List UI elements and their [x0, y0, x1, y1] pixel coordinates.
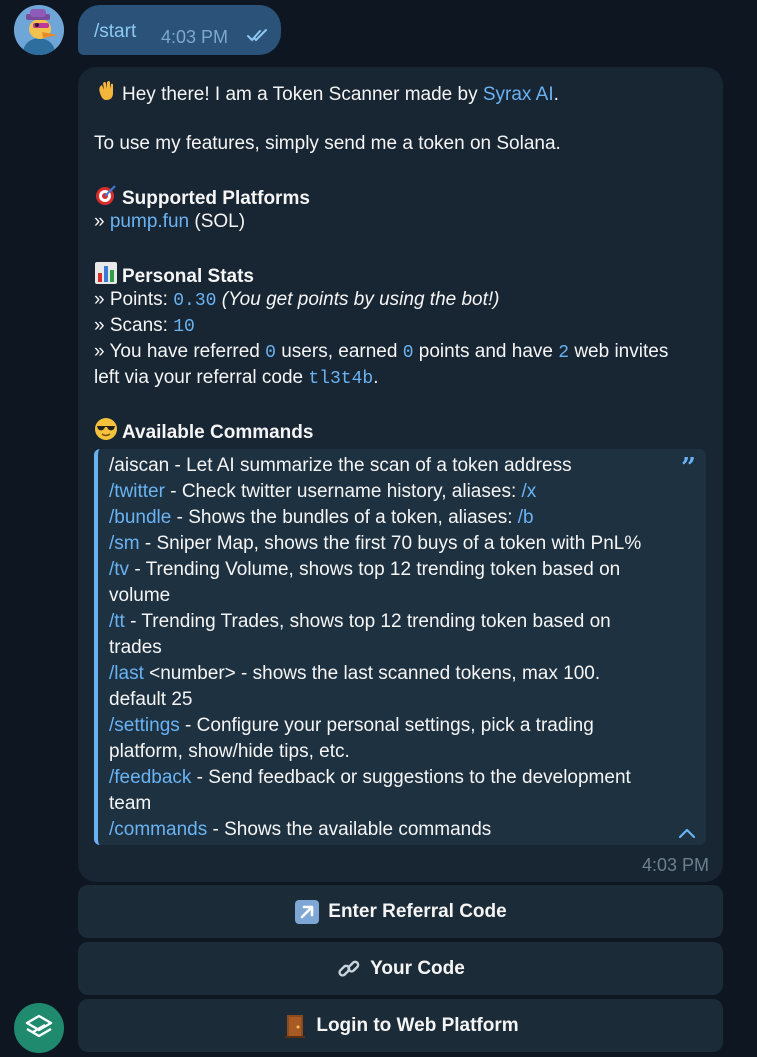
last-command-link[interactable]: /last	[109, 663, 144, 684]
syrax-logo-icon	[25, 1014, 53, 1038]
pump-fun-link[interactable]: pump.fun	[110, 211, 189, 232]
twitter-command-link[interactable]: /twitter	[109, 481, 165, 502]
points-value[interactable]: 0.30	[173, 291, 216, 311]
chat-view: /start 4:03 PM Hey there! I am a Token S…	[0, 0, 757, 1057]
intro-line: Hey there! I am a Token Scanner made by …	[94, 79, 559, 111]
tt-command-link[interactable]: /tt	[109, 611, 125, 632]
login-web-platform-button[interactable]: Login to Web Platform	[78, 999, 723, 1052]
scans-value[interactable]: 10	[173, 317, 195, 337]
login-web-platform-label: Login to Web Platform	[316, 1014, 519, 1036]
command-line: /settings - Configure your personal sett…	[109, 713, 594, 739]
door-icon	[282, 1013, 308, 1039]
referral-text: points and have	[413, 341, 559, 362]
referred-users-count[interactable]: 0	[265, 343, 276, 363]
points-line: » Points: 0.30 (You get points by using …	[94, 287, 500, 314]
command-description: - Trending Volume, shows top 12 trending…	[129, 559, 621, 580]
tv-command-link[interactable]: /tv	[109, 559, 129, 580]
double-check-icon	[247, 29, 267, 42]
referral-text: web invites	[569, 341, 669, 362]
user-avatar[interactable]	[14, 5, 64, 55]
command-line: /sm - Sniper Map, shows the first 70 buy…	[109, 531, 641, 557]
command-line: /aiscan - Let AI summarize the scan of a…	[109, 453, 572, 479]
command-description: - Shows the available commands	[207, 819, 492, 840]
points-note: (You get points by using the bot!)	[221, 289, 500, 310]
platform-chain: (SOL)	[189, 211, 246, 232]
referral-line: » You have referred 0 users, earned 0 po…	[94, 339, 668, 366]
command-line: /tv - Trending Volume, shows top 12 tren…	[109, 557, 620, 583]
commands-quote[interactable]: /aiscan - Let AI summarize the scan of a…	[94, 449, 706, 845]
scans-line: » Scans: 10	[94, 313, 195, 340]
command-description: - Send feedback or suggestions to the de…	[191, 767, 631, 788]
scans-label: » Scans:	[94, 315, 174, 336]
duck-avatar-icon	[14, 5, 64, 55]
referral-text: » You have referred	[94, 341, 266, 362]
referral-line-2: left via your referral code tl3t4b.	[94, 365, 378, 392]
your-code-label: Your Code	[370, 957, 465, 979]
command-line: /bundle - Shows the bundles of a token, …	[109, 505, 534, 531]
intro-text: Hey there! I am a Token Scanner made by	[122, 84, 483, 106]
feedback-command-link[interactable]: /feedback	[109, 767, 191, 788]
command-description: - Trending Trades, shows top 12 trending…	[124, 611, 611, 632]
waving-hand-icon	[94, 79, 122, 111]
referral-text: .	[373, 367, 379, 388]
outgoing-message-text: /start	[94, 21, 137, 42]
sunglasses-face-icon	[94, 417, 122, 449]
command-line: trades	[109, 635, 162, 661]
command-line: /feedback - Send feedback or suggestions…	[109, 765, 631, 791]
referral-code[interactable]: tl3t4b	[308, 369, 373, 389]
command-line: platform, show/hide tips, etc.	[109, 739, 350, 765]
command-description: - Shows the bundles of a token, aliases:	[171, 507, 518, 528]
platform-bullet: »	[94, 211, 110, 232]
referral-text: left via your referral code	[94, 367, 309, 388]
enter-referral-code-label: Enter Referral Code	[328, 900, 507, 922]
arrow-up-right-icon	[294, 899, 320, 925]
link-icon	[336, 956, 362, 982]
command-line: /tt - Trending Trades, shows top 12 tren…	[109, 609, 611, 635]
command-line: default 25	[109, 687, 192, 713]
commands-command-link[interactable]: /commands	[109, 819, 207, 840]
command-description: volume	[109, 585, 171, 606]
settings-command-link[interactable]: /settings	[109, 715, 180, 736]
command-line: /commands - Shows the available commands	[109, 817, 491, 843]
intro-suffix: .	[553, 84, 559, 106]
bot-avatar[interactable]	[14, 1003, 64, 1053]
usage-text: To use my features, simply send me a tok…	[94, 133, 561, 154]
outgoing-message[interactable]: /start 4:03 PM	[78, 5, 281, 55]
incoming-message-time: 4:03 PM	[641, 855, 709, 875]
web-invites-count[interactable]: 2	[558, 343, 569, 363]
outgoing-message-time: 4:03 PM	[161, 27, 229, 47]
platforms-title: Supported Platforms	[122, 188, 310, 210]
b-alias-link[interactable]: /b	[518, 507, 534, 528]
command-description: default 25	[109, 689, 193, 710]
command-description: <number> - shows the last scanned tokens…	[143, 663, 601, 684]
x-alias-link[interactable]: /x	[522, 481, 537, 502]
command-line: /last <number> - shows the last scanned …	[109, 661, 600, 687]
commands-heading: Available Commands	[94, 417, 313, 449]
referral-text: users, earned	[275, 341, 403, 362]
command-description: - Check twitter username history, aliase…	[164, 481, 522, 502]
commands-title: Available Commands	[122, 422, 314, 444]
platform-item: » pump.fun (SOL)	[94, 209, 245, 235]
command-description: - Sniper Map, shows the first 70 buys of…	[139, 533, 642, 554]
quote-mark-icon: ”	[681, 453, 696, 483]
command-line: team	[109, 791, 151, 817]
command-description: trades	[109, 637, 162, 658]
command-line: volume	[109, 583, 170, 609]
command-line: /twitter - Check twitter username histor…	[109, 479, 536, 505]
sm-command-link[interactable]: /sm	[109, 533, 140, 554]
command-description: /aiscan - Let AI summarize the scan of a…	[109, 455, 572, 476]
command-description: team	[109, 793, 152, 814]
earned-points-count[interactable]: 0	[403, 343, 414, 363]
your-code-button[interactable]: Your Code	[78, 942, 723, 995]
command-description: - Configure your personal settings, pick…	[179, 715, 594, 736]
enter-referral-code-button[interactable]: Enter Referral Code	[78, 885, 723, 938]
points-label: » Points:	[94, 289, 174, 310]
stats-title: Personal Stats	[122, 266, 254, 288]
incoming-message[interactable]: Hey there! I am a Token Scanner made by …	[78, 67, 723, 882]
bundle-command-link[interactable]: /bundle	[109, 507, 171, 528]
chevron-up-icon[interactable]	[678, 827, 696, 839]
command-description: platform, show/hide tips, etc.	[109, 741, 350, 762]
syrax-ai-link[interactable]: Syrax AI	[483, 84, 554, 105]
